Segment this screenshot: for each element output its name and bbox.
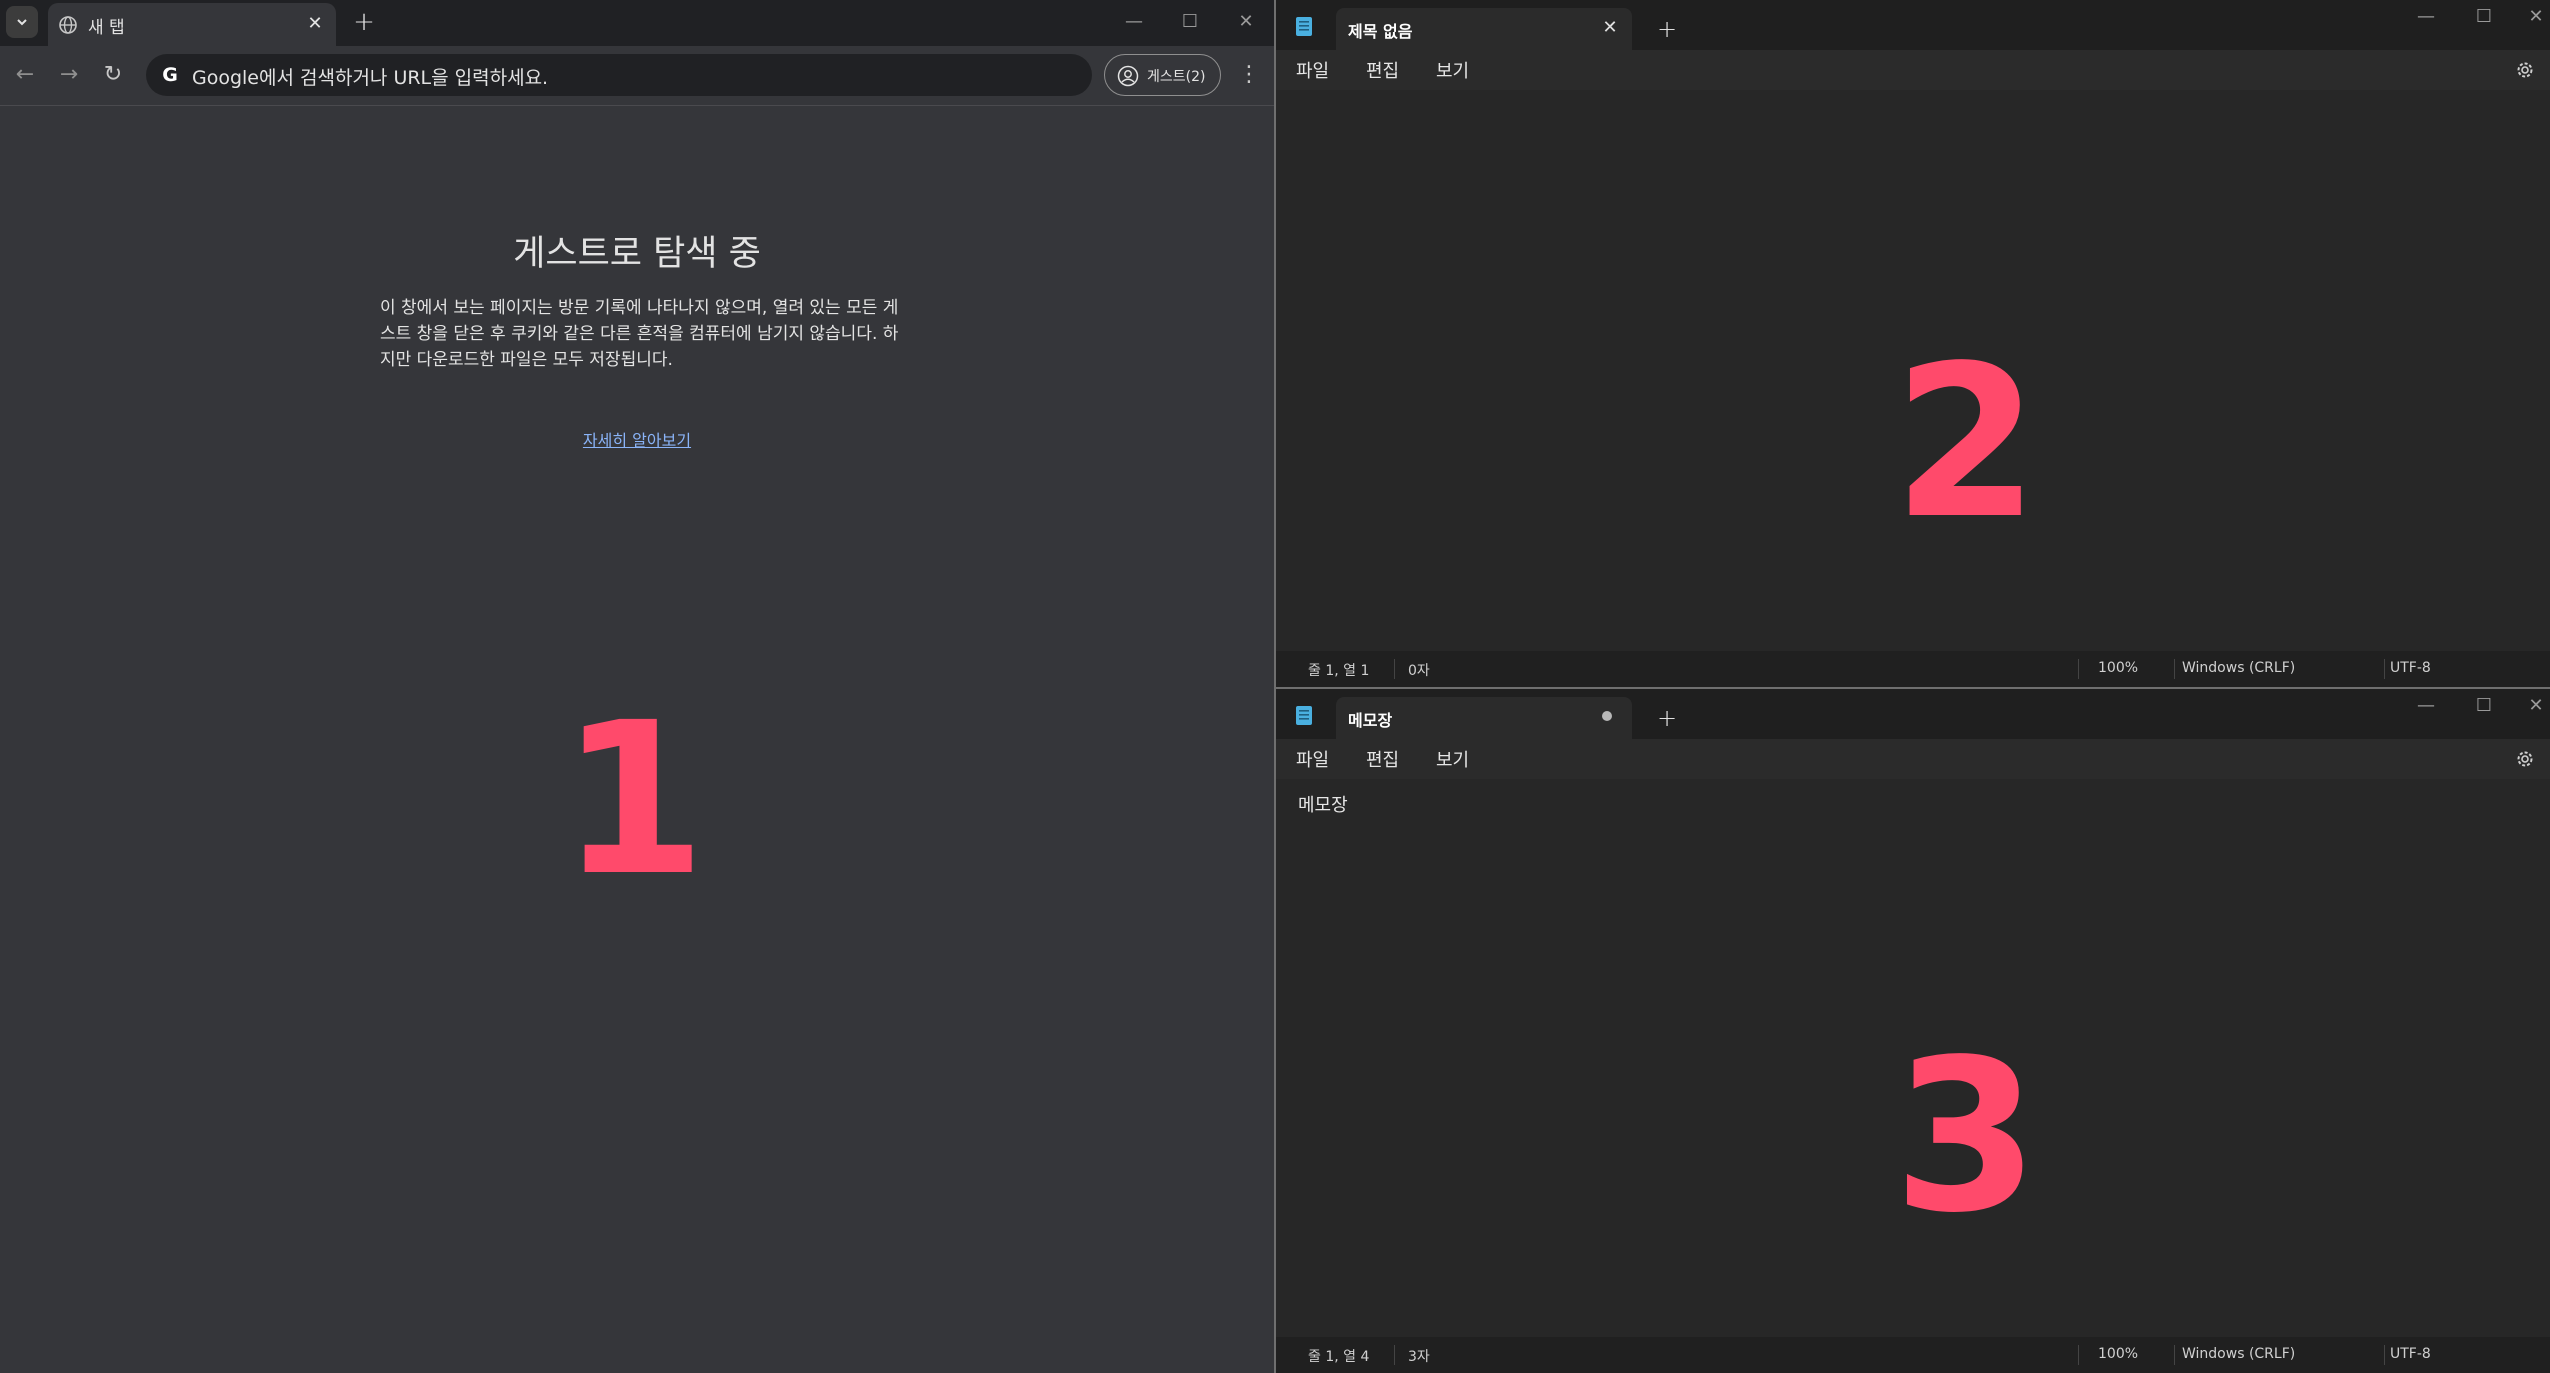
status-cursor-position: 줄 1, 열 4 bbox=[1308, 1349, 1370, 1365]
status-char-count: 0자 bbox=[1408, 663, 1430, 679]
status-zoom[interactable]: 100% bbox=[2098, 660, 2138, 676]
status-line-ending[interactable]: Windows (CRLF) bbox=[2182, 660, 2295, 676]
minimize-icon[interactable]: — bbox=[2406, 691, 2446, 721]
page-title: 게스트로 탐색 중 bbox=[513, 234, 761, 274]
chrome-window: 새 탭 ✕ + — ☐ ✕ ← → ↻ G Google에서 검색하거나 URL… bbox=[0, 0, 1274, 1373]
notepad-menubar: 파일 편집 보기 bbox=[1276, 739, 2550, 779]
notepad-app-icon bbox=[1296, 706, 1312, 725]
notepad-titlebar: 제목 없음 ✕ + — ☐ ✕ bbox=[1276, 0, 2550, 50]
guest-description: 이 창에서 보는 페이지는 방문 기록에 나타나지 않으며, 열려 있는 모든 … bbox=[380, 298, 899, 370]
profile-label: 게스트(2) bbox=[1147, 69, 1206, 85]
new-tab-button[interactable]: + bbox=[1650, 12, 1684, 46]
learn-more-link-text[interactable]: 자세히 알아보기 bbox=[583, 431, 691, 450]
status-zoom[interactable]: 100% bbox=[2098, 1346, 2138, 1362]
profile-button[interactable]: 게스트(2) bbox=[1104, 54, 1221, 96]
menu-view[interactable]: 보기 bbox=[1436, 746, 1469, 772]
globe-icon bbox=[59, 16, 77, 34]
status-separator bbox=[2384, 659, 2385, 679]
notepad-statusbar: 줄 1, 열 4 3자 100% Windows (CRLF) UTF-8 bbox=[1276, 1337, 2550, 1373]
status-separator bbox=[2078, 1345, 2079, 1365]
close-window-icon[interactable]: ✕ bbox=[1226, 7, 1266, 37]
notepad-statusbar: 줄 1, 열 1 0자 100% Windows (CRLF) UTF-8 bbox=[1276, 651, 2550, 687]
chevron-down-icon bbox=[17, 19, 27, 26]
google-g-icon: G bbox=[162, 64, 178, 86]
notepad-editor[interactable]: 2 bbox=[1276, 90, 2550, 651]
maximize-icon[interactable]: ☐ bbox=[2464, 691, 2504, 721]
maximize-icon[interactable]: ☐ bbox=[2464, 2, 2504, 32]
menu-edit[interactable]: 편집 bbox=[1366, 746, 1399, 772]
more-menu-icon[interactable]: ⋮ bbox=[1232, 58, 1266, 92]
status-separator bbox=[2078, 659, 2079, 679]
minimize-icon[interactable]: — bbox=[2406, 2, 2446, 32]
status-encoding[interactable]: UTF-8 bbox=[2390, 660, 2431, 676]
notepad-tab-title: 메모장 bbox=[1348, 711, 1393, 730]
window-number-label: 2 bbox=[1892, 320, 2040, 565]
address-bar-placeholder: Google에서 검색하거나 URL을 입력하세요. bbox=[192, 67, 549, 89]
close-icon[interactable]: ✕ bbox=[1598, 16, 1622, 40]
gear-icon[interactable] bbox=[2514, 748, 2536, 770]
learn-more-link[interactable]: 자세히 알아보기 bbox=[0, 427, 1274, 451]
unsaved-dot-icon[interactable] bbox=[1602, 711, 1612, 721]
status-separator bbox=[1394, 659, 1395, 679]
notepad-editor[interactable]: 메모장 3 bbox=[1276, 779, 2550, 1337]
notepad-app-icon bbox=[1296, 17, 1312, 36]
close-window-icon[interactable]: ✕ bbox=[2522, 2, 2550, 32]
notepad-window-bottom: 메모장 + — ☐ ✕ 파일 편집 보기 메모장 3 줄 1, 열 4 3자 1… bbox=[1276, 689, 2550, 1373]
status-separator bbox=[2174, 659, 2175, 679]
new-tab-button[interactable]: + bbox=[348, 6, 380, 38]
reload-icon[interactable]: ↻ bbox=[96, 58, 130, 92]
address-bar[interactable]: G Google에서 검색하거나 URL을 입력하세요. bbox=[146, 54, 1092, 96]
forward-arrow-icon[interactable]: → bbox=[52, 58, 86, 92]
back-arrow-icon[interactable]: ← bbox=[8, 58, 42, 92]
notepad-tab[interactable]: 제목 없음 ✕ bbox=[1336, 8, 1632, 50]
status-encoding[interactable]: UTF-8 bbox=[2390, 1346, 2431, 1362]
status-separator bbox=[2384, 1345, 2385, 1365]
tab-title: 새 탭 bbox=[88, 18, 125, 38]
status-char-count: 3자 bbox=[1408, 1349, 1430, 1365]
gear-icon[interactable] bbox=[2514, 59, 2536, 81]
menu-edit[interactable]: 편집 bbox=[1366, 57, 1399, 83]
status-separator bbox=[1394, 1345, 1395, 1365]
close-window-icon[interactable]: ✕ bbox=[2522, 691, 2550, 721]
tab-search-button[interactable] bbox=[6, 6, 38, 38]
close-icon[interactable]: ✕ bbox=[304, 13, 326, 35]
guest-avatar-icon bbox=[1117, 65, 1139, 87]
status-line-ending[interactable]: Windows (CRLF) bbox=[2182, 1346, 2295, 1362]
notepad-window-top: 제목 없음 ✕ + — ☐ ✕ 파일 편집 보기 2 줄 1, 열 1 0자 1… bbox=[1276, 0, 2550, 687]
window-number-label: 3 bbox=[1892, 1014, 2040, 1259]
status-separator bbox=[2174, 1345, 2175, 1365]
chrome-tab-new-tab[interactable]: 새 탭 ✕ bbox=[48, 3, 336, 46]
notepad-tab-title: 제목 없음 bbox=[1348, 22, 1413, 41]
chrome-toolbar: ← → ↻ G Google에서 검색하거나 URL을 입력하세요. 게스트(2… bbox=[0, 46, 1274, 106]
notepad-tab[interactable]: 메모장 bbox=[1336, 697, 1632, 739]
new-tab-button[interactable]: + bbox=[1650, 701, 1684, 735]
guest-new-tab-page: 게스트로 탐색 중 이 창에서 보는 페이지는 방문 기록에 나타나지 않으며,… bbox=[0, 107, 1274, 1373]
svg-text:G: G bbox=[162, 64, 178, 86]
window-number-label: 1 bbox=[560, 677, 707, 922]
minimize-icon[interactable]: — bbox=[1114, 7, 1154, 37]
menu-file[interactable]: 파일 bbox=[1296, 746, 1329, 772]
menu-file[interactable]: 파일 bbox=[1296, 57, 1329, 83]
menu-view[interactable]: 보기 bbox=[1436, 57, 1469, 83]
status-cursor-position: 줄 1, 열 1 bbox=[1308, 663, 1370, 679]
notepad-titlebar: 메모장 + — ☐ ✕ bbox=[1276, 689, 2550, 739]
maximize-icon[interactable]: ☐ bbox=[1170, 7, 1210, 37]
editor-text: 메모장 bbox=[1298, 795, 1348, 816]
notepad-menubar: 파일 편집 보기 bbox=[1276, 50, 2550, 90]
chrome-tab-strip: 새 탭 ✕ + — ☐ ✕ bbox=[0, 0, 1274, 46]
